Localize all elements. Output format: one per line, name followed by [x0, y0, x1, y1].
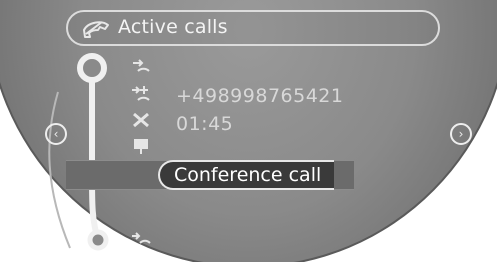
track-node-top [77, 53, 107, 83]
arrow-right-icon[interactable]: › [450, 123, 472, 145]
end-call-icon[interactable] [130, 110, 152, 130]
menu-item-label: Conference call [174, 164, 322, 186]
display-screen: Active calls ‹ › +498998765421 01:45 Con… [0, 0, 497, 262]
menu-track [48, 53, 109, 251]
caller-number: +498998765421 [176, 85, 344, 107]
arrow-left-icon[interactable]: ‹ [45, 123, 67, 145]
keypad-call-icon[interactable] [130, 228, 152, 248]
add-call-icon[interactable] [130, 84, 152, 104]
track-node-bottom [87, 229, 109, 251]
call-duration: 01:45 [176, 113, 234, 135]
microphone-icon[interactable] [131, 136, 153, 156]
transfer-call-icon[interactable] [130, 57, 152, 77]
